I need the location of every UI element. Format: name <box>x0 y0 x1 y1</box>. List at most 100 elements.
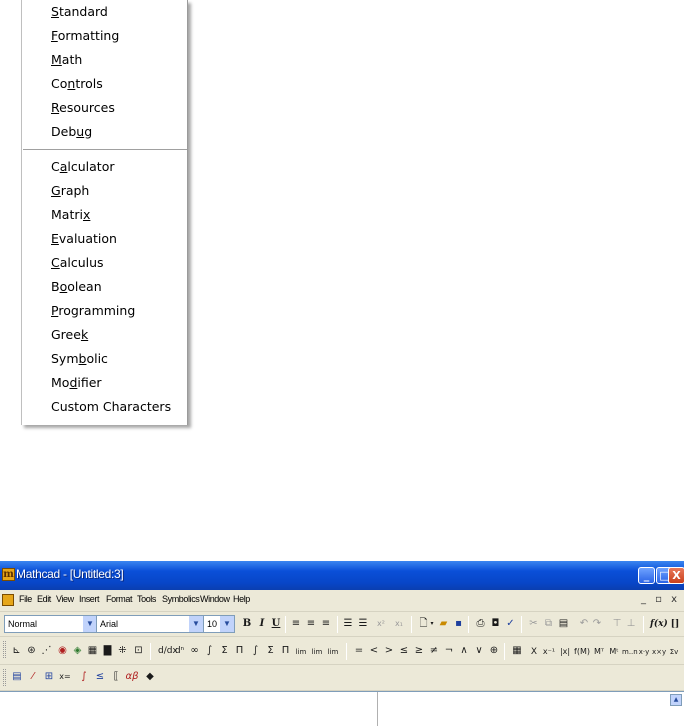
equal-icon[interactable]: = <box>353 643 365 659</box>
graph-zoom-icon[interactable]: ⊡ <box>132 643 145 659</box>
paste-icon[interactable]: ▤ <box>557 616 570 632</box>
menu-item-calculator[interactable]: Calculator <box>22 155 187 179</box>
vector-sum-icon[interactable]: Σv <box>666 644 682 660</box>
numbering-icon[interactable]: ☰ <box>357 616 369 632</box>
dot-product-icon[interactable]: x·y <box>638 644 650 660</box>
menu-format[interactable]: Format <box>106 594 133 604</box>
document-icon[interactable] <box>2 594 14 606</box>
subscript-button[interactable]: x₁ <box>392 616 406 632</box>
less-equal-icon[interactable]: ≤ <box>398 643 410 659</box>
menu-item-graph[interactable]: Graph <box>22 179 187 203</box>
calculator-icon[interactable]: ▤ <box>10 669 24 685</box>
symbolic-toolbar-icon[interactable]: ◆ <box>143 669 157 685</box>
insert-unit-icon[interactable]: [] <box>668 616 682 632</box>
menu-symbolics[interactable]: Symbolics <box>162 594 200 604</box>
open-folder-icon[interactable]: ▰ <box>437 616 450 632</box>
menu-item-symbolic[interactable]: Symbolic <box>22 347 187 371</box>
range-sum-icon[interactable]: Σ <box>264 643 277 659</box>
bar-3d-icon[interactable]: ▇ <box>101 643 114 659</box>
title-bar[interactable]: m Mathcad - [Untitled:3] _ □ X <box>0 561 684 590</box>
menu-item-custom-characters[interactable]: Custom Characters <box>22 395 187 419</box>
menu-insert[interactable]: Insert <box>79 594 100 604</box>
transpose-icon[interactable]: Mᵀ <box>592 644 606 660</box>
greater-than-icon[interactable]: > <box>383 643 395 659</box>
italic-button[interactable]: I <box>256 616 268 632</box>
matrix-toolbar-icon[interactable]: ⊞ <box>42 669 56 685</box>
align-center-icon[interactable]: ≡ <box>305 616 317 632</box>
menu-item-evaluation[interactable]: Evaluation <box>22 227 187 251</box>
range-icon[interactable]: m..n <box>622 644 638 660</box>
style-select[interactable]: Normal ▼ <box>4 615 98 633</box>
determinant-icon[interactable]: |x| <box>558 644 572 660</box>
nth-derivative-icon[interactable]: dⁿ <box>173 643 186 659</box>
font-size-select[interactable]: 10 ▼ <box>203 615 235 633</box>
calculus-toolbar-icon[interactable]: ∫ <box>77 669 91 685</box>
bullets-icon[interactable]: ☰ <box>342 616 354 632</box>
menu-file[interactable]: File <box>19 594 32 604</box>
graph-polar-icon[interactable]: ⊛ <box>25 643 38 659</box>
undo-icon[interactable]: ↶ <box>578 616 590 632</box>
menu-item-matrix[interactable]: Matrix <box>22 203 187 227</box>
definite-integral-icon[interactable]: ∫ <box>203 643 216 659</box>
menu-item-formatting[interactable]: Formatting <box>22 24 187 48</box>
save-icon[interactable]: ▪ <box>452 616 465 632</box>
menu-item-calculus[interactable]: Calculus <box>22 251 187 275</box>
spell-check-icon[interactable]: ✓ <box>504 616 517 632</box>
cut-icon[interactable]: ✂ <box>527 616 540 632</box>
align-left-icon[interactable]: ≡ <box>290 616 302 632</box>
right-limit-icon[interactable]: lim <box>310 644 324 660</box>
graph-xy-icon[interactable]: ⊾ <box>10 643 23 659</box>
product-icon[interactable]: Π <box>233 643 246 659</box>
greek-toolbar-icon[interactable]: αβ <box>125 669 139 685</box>
contour-plot-icon[interactable]: ◈ <box>71 643 84 659</box>
cross-product-icon[interactable]: x×y <box>652 644 666 660</box>
or-icon[interactable]: ∨ <box>473 643 485 659</box>
print-icon[interactable]: ⎙ <box>474 616 487 632</box>
graph-3d-icon[interactable]: ◉ <box>56 643 69 659</box>
limit-icon[interactable]: lim <box>294 644 308 660</box>
infinity-icon[interactable]: ∞ <box>188 643 201 659</box>
vectorize-icon[interactable]: f(M) <box>574 644 590 660</box>
bold-button[interactable]: B <box>241 616 253 632</box>
menu-item-debug[interactable]: Debug <box>22 120 187 144</box>
vector-subscript-icon[interactable]: X <box>528 644 540 660</box>
xor-icon[interactable]: ⊕ <box>488 643 500 659</box>
programming-toolbar-icon[interactable]: ⟦ <box>109 669 123 685</box>
range-product-icon[interactable]: Π <box>279 643 292 659</box>
summation-icon[interactable]: Σ <box>218 643 231 659</box>
graph-toolbar-icon[interactable]: ⁄ <box>26 669 40 685</box>
align-right-icon[interactable]: ≡ <box>320 616 332 632</box>
menu-help[interactable]: Help <box>233 594 250 604</box>
not-icon[interactable]: ¬ <box>443 643 455 659</box>
superscript-column-icon[interactable]: Mᵗ <box>608 644 620 660</box>
underline-button[interactable]: U <box>270 616 282 632</box>
align-down-icon[interactable]: ⊥ <box>625 616 637 632</box>
chevron-down-icon[interactable]: ▾ <box>429 616 435 632</box>
menu-edit[interactable]: Edit <box>37 594 51 604</box>
menu-item-math[interactable]: Math <box>22 48 187 72</box>
greater-equal-icon[interactable]: ≥ <box>413 643 425 659</box>
menu-item-modifier[interactable]: Modifier <box>22 371 187 395</box>
scroll-up-button[interactable]: ▲ <box>670 694 682 706</box>
menu-item-standard[interactable]: Standard <box>22 0 187 24</box>
menu-item-programming[interactable]: Programming <box>22 299 187 323</box>
font-select[interactable]: Arial ▼ <box>96 615 204 633</box>
close-button[interactable]: X <box>668 567 684 584</box>
menu-view[interactable]: View <box>56 594 74 604</box>
menu-item-resources[interactable]: Resources <box>22 96 187 120</box>
mdi-window-controls[interactable]: _ ▫ x <box>641 594 680 605</box>
matrix-insert-icon[interactable]: ▦ <box>510 643 524 659</box>
evaluation-toolbar-icon[interactable]: x= <box>58 669 72 685</box>
superscript-button[interactable]: x² <box>374 616 388 632</box>
align-top-icon[interactable]: ⊤ <box>611 616 623 632</box>
insert-function-icon[interactable]: f(x) <box>650 616 668 632</box>
menu-item-boolean[interactable]: Boolean <box>22 275 187 299</box>
redo-icon[interactable]: ↷ <box>591 616 603 632</box>
and-icon[interactable]: ∧ <box>458 643 470 659</box>
boolean-toolbar-icon[interactable]: ≤ <box>93 669 107 685</box>
mathcad-app-icon[interactable]: m <box>2 568 15 581</box>
less-than-icon[interactable]: < <box>368 643 380 659</box>
print-preview-icon[interactable]: ◘ <box>489 616 502 632</box>
toolbar-grip[interactable] <box>3 669 6 686</box>
worksheet-area[interactable]: ▲ <box>0 691 684 726</box>
